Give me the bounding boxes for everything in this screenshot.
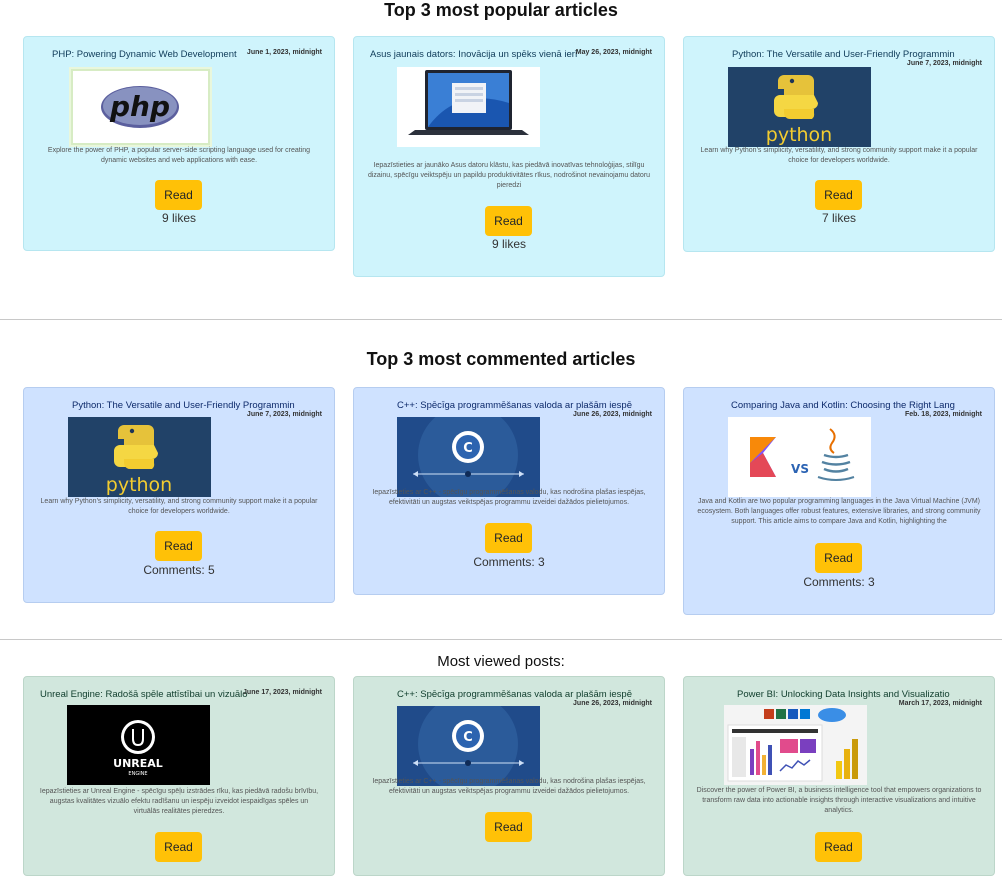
svg-text:python: python [106,474,172,496]
article-description: Discover the power of Power BI, a busine… [696,787,982,814]
read-button[interactable]: Read [815,543,862,573]
article-description: Explore the power of PHP, a popular serv… [47,147,311,164]
article-title: Asus jaunais dators: Inovācija un spēks … [370,49,578,60]
svg-text:UNREAL: UNREAL [113,757,163,770]
article-card: C++: Spēcīga programmēšanas valoda ar pl… [353,387,665,595]
article-description: Iepazīstieties ar jaunāko Asus datoru kl… [367,162,651,189]
article-card: PHP: Powering Dynamic Web Development Ju… [23,36,335,251]
section-divider [0,319,1002,320]
article-title: Power BI: Unlocking Data Insights and Vi… [737,689,950,700]
article-description: Java and Kotlin are two popular programm… [697,498,981,525]
article-image: VS [728,417,871,497]
article-date: June 7, 2023, midnight [246,411,322,418]
likes-count: 9 likes [491,237,526,251]
likes-count: 7 likes [821,211,856,225]
article-date: June 7, 2023, midnight [906,60,982,67]
article-description: Iepazīstieties ar C++ - spēcīgu programm… [372,778,646,795]
article-title: C++: Spēcīga programmēšanas valoda ar pl… [397,689,632,700]
article-title: C++: Spēcīga programmēšanas valoda ar pl… [397,400,632,411]
article-image: python [728,67,871,147]
article-date: May 26, 2023, midnight [575,49,652,56]
svg-text:python: python [766,124,832,146]
article-card: Asus jaunais dators: Inovācija un spēks … [353,36,665,277]
article-description: Iepazīstieties ar C++ - spēcīgu programm… [372,489,646,506]
read-button[interactable]: Read [155,180,202,210]
svg-text:C: C [463,730,473,745]
article-image: python [68,417,211,497]
svg-text:C: C [463,441,473,456]
article-date: June 1, 2023, midnight [246,49,322,56]
read-button[interactable]: Read [815,832,862,862]
svg-text:VS: VS [791,462,809,476]
comments-count: Comments: 3 [803,575,875,589]
article-date: June 26, 2023, midnight [573,700,652,707]
article-date: March 17, 2023, midnight [898,700,982,707]
article-image [397,67,540,147]
article-card: Python: The Versatile and User-Friendly … [23,387,335,603]
section-divider [0,639,1002,640]
read-button[interactable]: Read [485,812,532,842]
likes-count: 9 likes [161,211,196,225]
article-title: Python: The Versatile and User-Friendly … [72,400,295,411]
article-date: June 26, 2023, midnight [573,411,652,418]
article-card: Python: The Versatile and User-Friendly … [683,36,995,252]
read-button[interactable]: Read [815,180,862,210]
article-title: PHP: Powering Dynamic Web Development [52,49,237,60]
comments-count: Comments: 5 [143,563,215,577]
article-card: Power BI: Unlocking Data Insights and Vi… [683,676,995,876]
article-image [724,705,867,785]
read-button[interactable]: Read [485,523,532,553]
article-image: C [397,417,540,497]
read-button[interactable]: Read [485,206,532,236]
comments-count: Comments: 3 [473,555,545,569]
article-card: Comparing Java and Kotlin: Choosing the … [683,387,995,615]
article-date: Feb. 18, 2023, midnight [904,411,982,418]
popular-section-title: Top 3 most popular articles [384,0,618,20]
article-card: Unreal Engine: Radošā spēle attīstībai u… [23,676,335,876]
article-card: C++: Spēcīga programmēšanas valoda ar pl… [353,676,665,876]
article-image: UNREAL ENGINE [67,705,210,785]
read-button[interactable]: Read [155,531,202,561]
article-description: Learn why Python's simplicity, versatili… [40,498,318,515]
commented-section-title: Top 3 most commented articles [366,349,636,369]
article-description: Learn why Python's simplicity, versatili… [700,147,978,164]
svg-text:ENGINE: ENGINE [128,771,147,777]
viewed-section-title: Most viewed posts: [437,653,565,670]
article-date: June 17, 2023, midnight [243,689,322,696]
article-image: C [397,706,540,786]
article-title: Unreal Engine: Radošā spēle attīstībai u… [40,689,248,700]
svg-text:php: php [109,90,170,123]
article-title: Comparing Java and Kotlin: Choosing the … [731,400,955,411]
article-title: Python: The Versatile and User-Friendly … [732,49,955,60]
read-button[interactable]: Read [155,832,202,862]
article-description: Iepazīstieties ar Unreal Engine - spēcīg… [39,788,319,815]
article-image: php [69,67,212,147]
